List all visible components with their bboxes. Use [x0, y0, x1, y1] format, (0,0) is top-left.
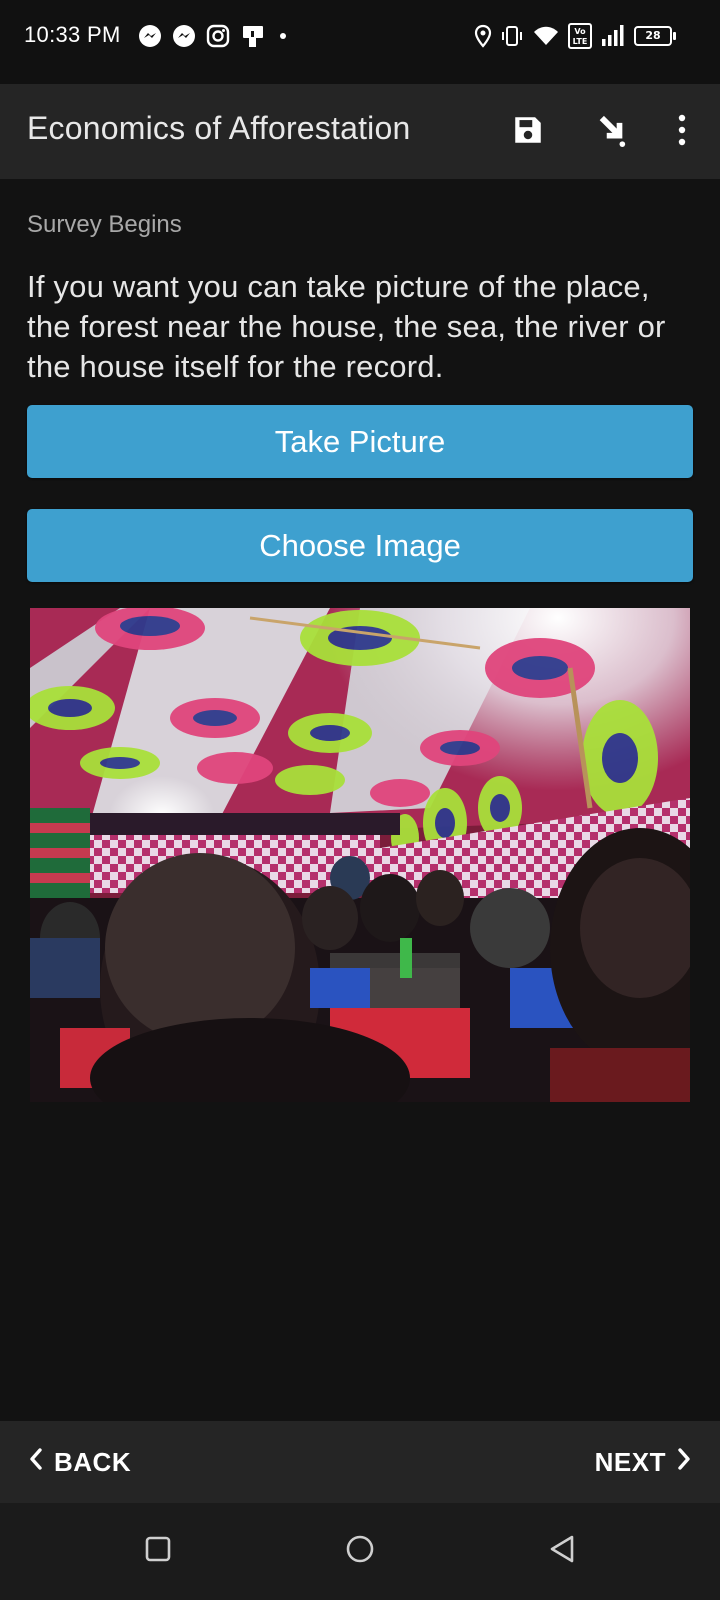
chevron-right-icon [676, 1447, 692, 1478]
back-triangle-icon [548, 1534, 576, 1569]
svg-text:Vo: Vo [574, 27, 586, 36]
more-options-button[interactable] [658, 108, 706, 156]
app-title: Economics of Afforestation [27, 110, 411, 146]
back-label: BACK [54, 1446, 132, 1477]
wifi-icon [532, 24, 560, 48]
recents-square-icon [145, 1536, 171, 1567]
app-notification-icon [240, 23, 266, 49]
dot-icon [276, 24, 290, 48]
svg-text:LTE: LTE [573, 37, 588, 46]
question-text: If you want you can take picture of the … [27, 269, 666, 384]
chevron-left-icon [28, 1447, 44, 1478]
instagram-icon [206, 24, 230, 48]
recents-button[interactable] [138, 1531, 178, 1571]
more-vert-icon [676, 113, 688, 152]
system-status-icons: Vo LTE 28 [474, 22, 676, 50]
form-content: Survey Begins If you want you can take p… [0, 179, 720, 1421]
captured-photo [30, 608, 690, 1102]
vibrate-icon [500, 24, 524, 48]
jump-to-button[interactable] [587, 108, 635, 156]
app-bar: Economics of Afforestation [0, 84, 720, 179]
status-bar: 10:33 PM Vo LTE 28 [0, 0, 720, 84]
messenger-icon [138, 24, 162, 48]
take-picture-button[interactable]: Take Picture [27, 405, 693, 478]
volte-icon: Vo LTE [568, 23, 592, 49]
save-button[interactable] [504, 108, 552, 156]
status-time: 10:33 PM [24, 22, 121, 47]
system-navigation-bar [0, 1503, 720, 1600]
signal-icon [600, 24, 626, 48]
back-button[interactable]: BACK [28, 1421, 131, 1503]
group-label: Survey Begins [27, 211, 182, 238]
choose-image-button[interactable]: Choose Image [27, 509, 693, 582]
jump-to-icon [594, 113, 628, 152]
system-back-button[interactable] [542, 1531, 582, 1571]
location-icon [474, 24, 492, 48]
next-button[interactable]: NEXT [595, 1421, 692, 1503]
save-icon [511, 113, 545, 152]
form-navigation-bar: BACK NEXT [0, 1421, 720, 1503]
home-circle-icon [345, 1534, 375, 1569]
notification-icons [138, 22, 290, 50]
home-button[interactable] [340, 1531, 380, 1571]
battery-icon: 28 [634, 26, 676, 46]
messenger-icon [172, 24, 196, 48]
next-label: NEXT [594, 1446, 666, 1477]
